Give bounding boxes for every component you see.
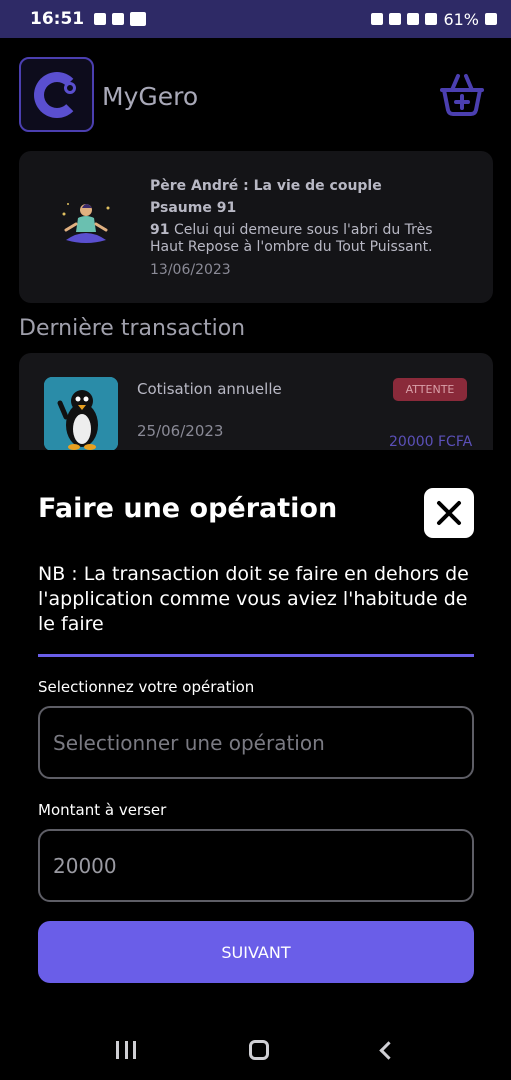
back-icon[interactable] — [378, 1040, 398, 1060]
status-bar: 16:51 61% — [0, 0, 511, 38]
operation-select[interactable]: Selectionner une opération — [38, 706, 474, 779]
recent-apps-icon[interactable] — [116, 1041, 137, 1059]
gallery-icon — [112, 13, 125, 25]
lock-icon — [371, 13, 384, 25]
amount-input[interactable]: 20000 — [38, 829, 474, 902]
mute-icon — [389, 13, 402, 25]
cart-plus-icon[interactable] — [438, 70, 486, 118]
quote-title: Père André : La vie de couple — [150, 178, 382, 194]
signal-icon — [425, 13, 438, 25]
sheet-divider — [38, 654, 474, 657]
app-name: MyGero — [102, 82, 199, 111]
system-nav-bar — [0, 1020, 511, 1080]
section-title-last-transaction: Dernière transaction — [19, 316, 246, 341]
close-button[interactable] — [424, 488, 474, 538]
status-badge: ATTENTE — [393, 378, 467, 401]
penguin-avatar — [44, 377, 118, 451]
logo-dot-icon — [64, 82, 76, 94]
sheet-note: NB : La transaction doit se faire en deh… — [38, 563, 469, 635]
close-icon — [437, 501, 461, 525]
transaction-amount: 20000 FCFA — [389, 434, 473, 450]
status-time: 16:51 — [30, 9, 85, 29]
youtube-icon — [130, 12, 147, 26]
quote-verse: 91 Celui qui demeure sous l'abri du Très… — [150, 222, 470, 256]
logo-g-icon — [33, 71, 80, 118]
next-button[interactable]: SUIVANT — [38, 921, 474, 983]
transaction-name: Cotisation annuelle — [137, 380, 282, 398]
battery-icon — [485, 13, 497, 25]
transaction-date: 25/06/2023 — [137, 422, 224, 440]
telegram-icon — [94, 13, 107, 25]
quote-date: 13/06/2023 — [150, 262, 231, 278]
sheet-title: Faire une opération — [38, 493, 338, 524]
wifi-icon — [407, 13, 420, 25]
quote-psalm: Psaume 91 — [150, 200, 237, 216]
amount-value: 20000 — [53, 853, 117, 878]
home-icon[interactable] — [248, 1040, 269, 1060]
operation-placeholder: Selectionner une opération — [53, 730, 325, 755]
operation-label: Selectionnez votre opération — [38, 678, 255, 696]
meditation-icon — [62, 203, 110, 243]
verse-number: 91 — [150, 222, 170, 238]
verse-text: Celui qui demeure sous l'abri du Très Ha… — [150, 222, 433, 255]
battery-percent: 61% — [443, 9, 479, 29]
amount-label: Montant à verser — [38, 801, 167, 819]
app-logo — [19, 57, 94, 132]
